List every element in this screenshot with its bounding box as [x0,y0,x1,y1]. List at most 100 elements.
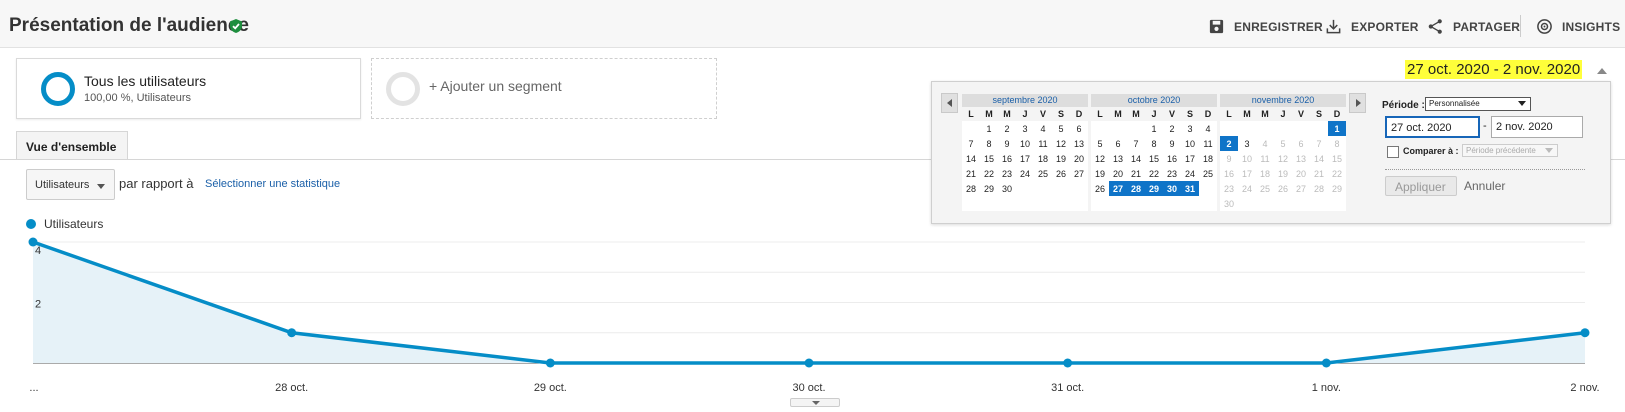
calendar-day[interactable]: 9 [1163,136,1181,151]
calendar-day[interactable]: 4 [1256,136,1274,151]
calendar-day[interactable]: 17 [1016,151,1034,166]
calendar-day[interactable]: 18 [1256,166,1274,181]
calendar-day[interactable]: 14 [1127,151,1145,166]
segment-all-users[interactable]: Tous les utilisateurs 100,00 %, Utilisat… [16,58,361,119]
insights-button[interactable]: INSIGHTS [1536,18,1620,35]
calendar-day[interactable]: 10 [1238,151,1256,166]
calendar-day[interactable]: 31 [1181,181,1199,196]
calendar-day[interactable]: 21 [1127,166,1145,181]
calendar-day[interactable]: 15 [1328,151,1346,166]
calendar-day[interactable]: 5 [1091,136,1109,151]
calendar-day[interactable]: 25 [1199,166,1217,181]
chart-point[interactable] [1321,358,1331,368]
calendar-day[interactable]: 27 [1292,181,1310,196]
calendar-day[interactable]: 22 [1328,166,1346,181]
calendar-prev-button[interactable] [941,93,958,113]
calendar-day[interactable]: 21 [1310,166,1328,181]
calendar-day[interactable]: 14 [962,151,980,166]
select-statistic-link[interactable]: Sélectionner une statistique [205,178,340,190]
end-date-input[interactable]: 2 nov. 2020 [1491,116,1583,138]
calendar-day[interactable]: 7 [962,136,980,151]
calendar-day[interactable]: 19 [1274,166,1292,181]
calendar-day[interactable]: 24 [1181,166,1199,181]
calendar-day[interactable]: 28 [1127,181,1145,196]
calendar-day[interactable]: 5 [1274,136,1292,151]
chart-expand-handle[interactable] [790,398,840,407]
date-range-label[interactable]: 27 oct. 2020 - 2 nov. 2020 [1405,60,1583,79]
calendar-day[interactable]: 17 [1238,166,1256,181]
calendar-day[interactable]: 5 [1052,121,1070,136]
calendar-day[interactable]: 3 [1181,121,1199,136]
chart-point[interactable] [1580,328,1590,338]
calendar-day[interactable]: 23 [1220,181,1238,196]
calendar-day[interactable]: 16 [1163,151,1181,166]
calendar-day[interactable]: 3 [1238,136,1256,151]
calendar-day[interactable]: 11 [1199,136,1217,151]
calendar-day[interactable]: 28 [1310,181,1328,196]
calendar-day[interactable]: 15 [1145,151,1163,166]
calendar-day[interactable]: 16 [998,151,1016,166]
chart-point[interactable] [287,328,297,338]
compare-period-select[interactable]: Période précédente [1462,144,1558,157]
calendar-day[interactable]: 21 [962,166,980,181]
calendar-day[interactable]: 20 [1292,166,1310,181]
calendar-day[interactable]: 18 [1034,151,1052,166]
calendar-day[interactable]: 12 [1274,151,1292,166]
calendar-day[interactable]: 6 [1070,121,1088,136]
calendar-day[interactable]: 26 [1052,166,1070,181]
calendar-day[interactable]: 13 [1070,136,1088,151]
calendar-day[interactable]: 8 [1145,136,1163,151]
calendar-day[interactable]: 11 [1034,136,1052,151]
calendar-day[interactable]: 30 [998,181,1016,196]
calendar-day[interactable]: 12 [1052,136,1070,151]
calendar-day[interactable]: 30 [1220,196,1238,211]
calendar-day[interactable]: 29 [1145,181,1163,196]
calendar-day[interactable]: 29 [980,181,998,196]
calendar-day[interactable]: 30 [1163,181,1181,196]
calendar-day[interactable]: 24 [1016,166,1034,181]
calendar-day[interactable]: 4 [1199,121,1217,136]
calendar-day[interactable]: 1 [1328,121,1346,136]
chart-point[interactable] [1063,358,1073,368]
calendar-day[interactable]: 6 [1292,136,1310,151]
calendar-day[interactable]: 20 [1109,166,1127,181]
calendar-day[interactable]: 15 [980,151,998,166]
chevron-up-icon[interactable] [1597,68,1607,74]
calendar-day[interactable]: 28 [962,181,980,196]
metric-select[interactable]: Utilisateurs [26,169,115,200]
calendar-day[interactable]: 18 [1199,151,1217,166]
calendar-day[interactable]: 22 [1145,166,1163,181]
calendar-day[interactable]: 20 [1070,151,1088,166]
calendar-next-button[interactable] [1349,93,1366,113]
calendar-day[interactable]: 10 [1016,136,1034,151]
apply-button[interactable]: Appliquer [1385,176,1457,196]
calendar-day[interactable]: 27 [1070,166,1088,181]
calendar-day[interactable]: 23 [1163,166,1181,181]
calendar-day[interactable]: 27 [1109,181,1127,196]
calendar-day[interactable]: 19 [1052,151,1070,166]
save-button[interactable]: ENREGISTRER [1208,18,1323,35]
calendar-day[interactable]: 9 [1220,151,1238,166]
calendar-day[interactable]: 7 [1127,136,1145,151]
calendar-day[interactable]: 13 [1292,151,1310,166]
start-date-input[interactable]: 27 oct. 2020 [1385,116,1480,138]
calendar-day[interactable]: 25 [1034,166,1052,181]
calendar-day[interactable]: 24 [1238,181,1256,196]
add-segment-button[interactable]: + Ajouter un segment [371,58,717,119]
chart-point[interactable] [545,358,555,368]
calendar-day[interactable]: 12 [1091,151,1109,166]
calendar-day[interactable]: 1 [980,121,998,136]
calendar-day[interactable]: 2 [998,121,1016,136]
calendar-day[interactable]: 7 [1310,136,1328,151]
calendar-day[interactable]: 4 [1034,121,1052,136]
calendar-day[interactable]: 8 [1328,136,1346,151]
share-button[interactable]: PARTAGER [1427,18,1520,35]
chart-point[interactable] [804,358,814,368]
calendar-day[interactable]: 8 [980,136,998,151]
calendar-day[interactable]: 11 [1256,151,1274,166]
cancel-link[interactable]: Annuler [1464,179,1505,193]
calendar-day[interactable]: 13 [1109,151,1127,166]
calendar-day[interactable]: 14 [1310,151,1328,166]
calendar-day[interactable]: 6 [1109,136,1127,151]
calendar-day[interactable]: 1 [1145,121,1163,136]
